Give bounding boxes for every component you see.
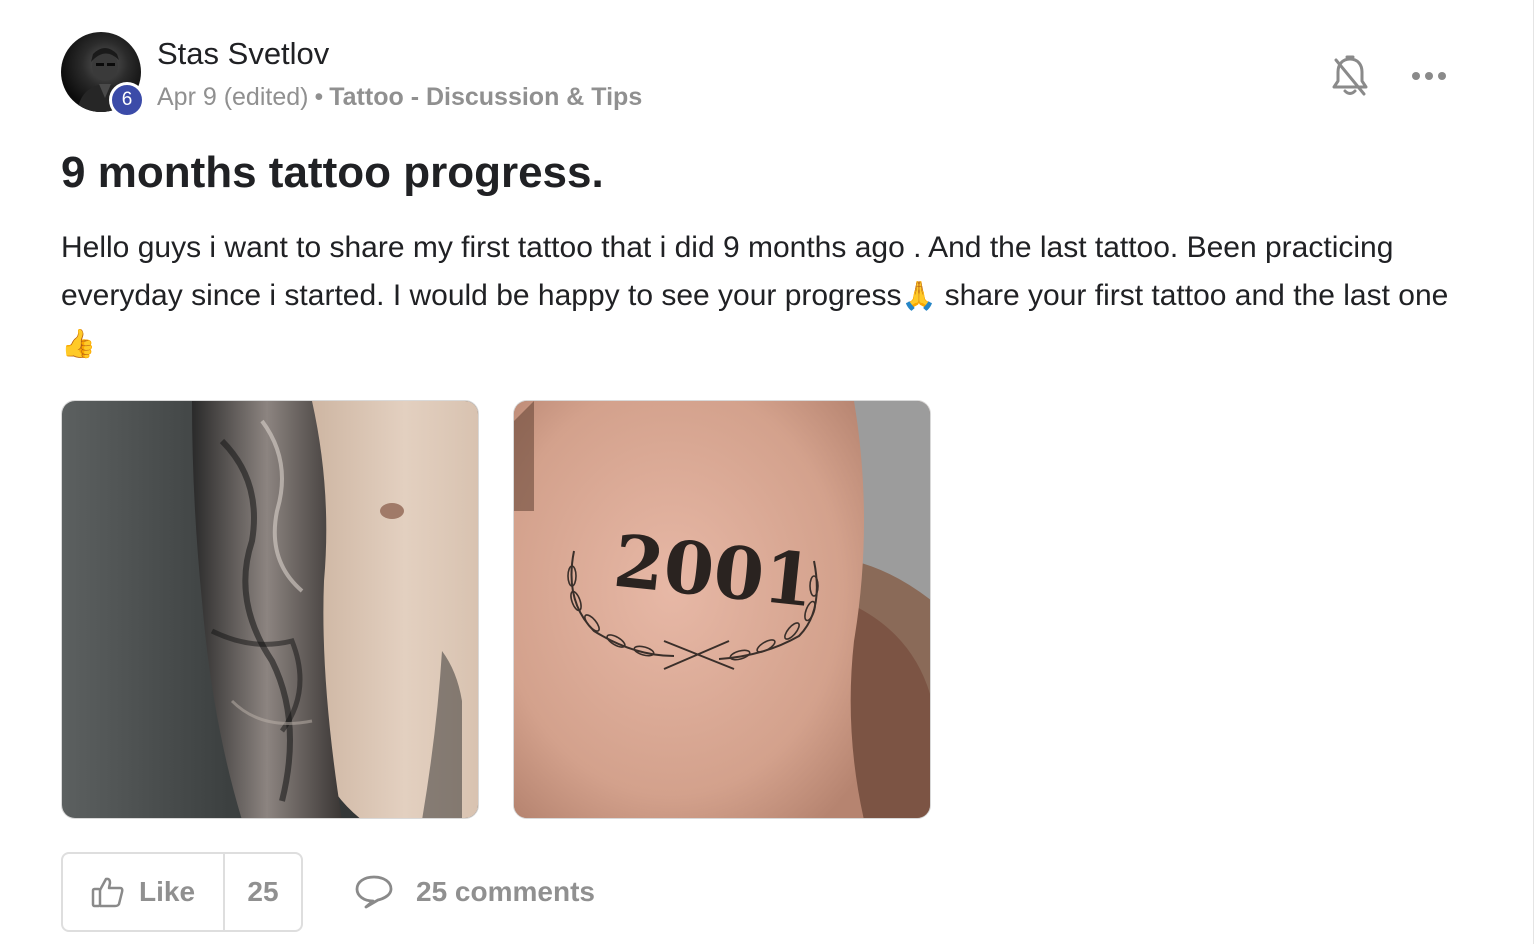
post-body: Hello guys i want to share my first tatt…	[61, 224, 1461, 368]
post-meta: Apr 9 (edited) • Tattoo - Discussion & Tip…	[157, 83, 642, 112]
pray-emoji: 🙏	[901, 280, 937, 311]
post-body-text-2: share your first tattoo and the last one	[936, 279, 1449, 312]
thumbs-up-emoji: 👍	[61, 328, 96, 359]
post-page: 6 Stas Svetlov Apr 9 (edited) • Tattoo - D…	[0, 0, 1536, 944]
thumbs-up-icon	[91, 877, 124, 908]
bell-off-icon[interactable]	[1330, 54, 1370, 98]
meta-separator: •	[314, 83, 324, 111]
comments-link[interactable]: 25 comments	[354, 872, 595, 912]
post-date: Apr 9 (edited)	[157, 83, 309, 111]
like-group: Like 25	[61, 852, 303, 932]
author-name[interactable]: Stas Svetlov	[157, 36, 329, 72]
like-count[interactable]: 25	[225, 854, 301, 930]
post-title: 9 months tattoo progress.	[61, 148, 604, 197]
comments-label: 25 comments	[416, 876, 595, 907]
like-label: Like	[138, 876, 196, 907]
more-options-icon[interactable]	[1408, 62, 1450, 90]
tattoo-photo-2001[interactable]: 2001	[513, 400, 931, 819]
author-avatar[interactable]: 6	[61, 32, 145, 118]
tattoo-photo-sleeve[interactable]	[61, 400, 479, 819]
right-divider	[1533, 0, 1534, 944]
like-button[interactable]: Like	[63, 854, 225, 930]
category-link[interactable]: Tattoo - Discussion & Tips	[329, 83, 642, 111]
level-badge: 6	[109, 82, 145, 118]
comment-icon	[355, 875, 393, 909]
